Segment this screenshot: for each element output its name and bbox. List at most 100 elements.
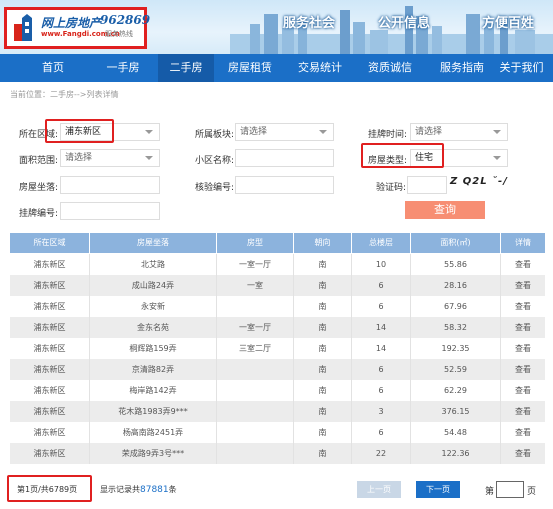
cell-layout [217, 422, 294, 443]
address-label: 房屋坐落: [19, 183, 59, 193]
cell-address: 荣成路9弄3号*** [90, 443, 217, 464]
cell-area: 376.15 [411, 401, 501, 422]
goto-prefix: 第 [485, 487, 495, 497]
cell-district: 浦东新区 [10, 359, 90, 380]
table-row: 浦东新区 荣成路9弄3号*** 南 22 122.36 查看 [10, 443, 545, 464]
cell-area: 55.86 [411, 254, 501, 275]
area-label: 面积范围: [19, 156, 59, 166]
nav-second-hand[interactable]: 二手房 [158, 54, 214, 82]
cell-district: 浦东新区 [10, 422, 90, 443]
listing-time-value: 请选择 [415, 127, 443, 137]
table-row: 浦东新区 北艾路 一室一厅南 10 55.86 查看 [10, 254, 545, 275]
col-address: 房屋坐落 [90, 233, 217, 253]
cell-detail-link[interactable]: 查看 [501, 443, 545, 464]
cell-area: 67.96 [411, 296, 501, 317]
cell-layout: 一室一厅 [217, 317, 294, 338]
address-input[interactable] [60, 176, 160, 194]
cell-district: 浦东新区 [10, 254, 90, 275]
cell-layout [217, 296, 294, 317]
cell-floors: 6 [352, 275, 411, 296]
slogan-convenience: 方便百姓 [482, 16, 535, 31]
nav-about-us[interactable]: 关于我们 [490, 54, 553, 82]
cell-detail-link[interactable]: 查看 [501, 317, 545, 338]
header-banner: 网上房地产 962869 www.Fangdi.com.cn 服务热线 服务社会… [0, 0, 553, 54]
cell-layout: 一室 [217, 275, 294, 296]
cell-district: 浦东新区 [10, 380, 90, 401]
cell-detail-link[interactable]: 查看 [501, 296, 545, 317]
area-select[interactable]: 请选择 [60, 149, 160, 167]
cell-floors: 14 [352, 338, 411, 359]
cell-district: 浦东新区 [10, 443, 90, 464]
cell-detail-link[interactable]: 查看 [501, 275, 545, 296]
cell-detail-link[interactable]: 查看 [501, 338, 545, 359]
nav-credentials[interactable]: 资质诚信 [354, 54, 426, 82]
cell-district: 浦东新区 [10, 317, 90, 338]
cell-area: 52.59 [411, 359, 501, 380]
cell-area: 62.29 [411, 380, 501, 401]
cell-district: 浦东新区 [10, 401, 90, 422]
slogan-public-info: 公开信息 [378, 16, 431, 31]
cell-floors: 14 [352, 317, 411, 338]
cell-detail-link[interactable]: 查看 [501, 401, 545, 422]
cell-floors: 6 [352, 380, 411, 401]
cell-layout [217, 359, 294, 380]
goto-page-input[interactable] [496, 481, 524, 498]
captcha-input[interactable] [407, 176, 447, 194]
cell-detail-link[interactable]: 查看 [501, 380, 545, 401]
prev-page-button[interactable]: 上一页 [357, 481, 401, 498]
block-select[interactable]: 请选择 [235, 123, 334, 141]
next-page-button[interactable]: 下一页 [416, 481, 460, 498]
col-layout: 房型 [217, 233, 294, 253]
nav-home[interactable]: 首页 [18, 54, 88, 82]
search-button[interactable]: 查询 [405, 201, 485, 219]
captcha-image[interactable]: Z Q2L ˘-/ [450, 176, 510, 192]
cell-orientation: 南 [294, 443, 352, 464]
table-row: 浦东新区 梅岸路142弄 南 6 62.29 查看 [10, 380, 545, 401]
house-type-highlight-box [361, 143, 444, 168]
cell-detail-link[interactable]: 查看 [501, 359, 545, 380]
logo-hotline-number: 962869 [100, 13, 151, 27]
cell-orientation: 南 [294, 338, 352, 359]
cell-detail-link[interactable]: 查看 [501, 422, 545, 443]
listing-no-input[interactable] [60, 202, 160, 220]
district-highlight-box [45, 119, 114, 143]
nav-rental[interactable]: 房屋租赁 [214, 54, 286, 82]
verify-no-label: 核验编号: [195, 183, 235, 193]
nav-new-house[interactable]: 一手房 [88, 54, 158, 82]
goto-suffix: 页 [527, 487, 537, 497]
cell-area: 54.48 [411, 422, 501, 443]
house-logo-icon [14, 14, 32, 41]
breadcrumb: 当前位置：二手房-->列表详情 [10, 90, 119, 99]
cell-district: 浦东新区 [10, 275, 90, 296]
cell-address: 桐辉路159弄 [90, 338, 217, 359]
verify-no-input[interactable] [235, 176, 334, 194]
cell-district: 浦东新区 [10, 338, 90, 359]
main-nav: 首页 一手房 二手房 房屋租赁 交易统计 资质诚信 服务指南 关于我们 [0, 54, 553, 82]
table-header: 所在区域 房屋坐落 房型 朝向 总楼层 面积(㎡) 详情 [10, 233, 545, 253]
logo-hotline-label: 服务热线 [105, 30, 133, 38]
cell-layout: 一室一厅 [217, 254, 294, 275]
community-label: 小区名称: [195, 156, 235, 166]
cell-orientation: 南 [294, 380, 352, 401]
cell-orientation: 南 [294, 317, 352, 338]
total-records: 显示记录共87881条 [100, 484, 177, 495]
community-input[interactable] [235, 149, 334, 167]
site-logo[interactable]: 网上房地产 962869 www.Fangdi.com.cn 服务热线 [4, 7, 151, 49]
cell-orientation: 南 [294, 422, 352, 443]
cell-address: 成山路24弄 [90, 275, 217, 296]
cell-address: 花木路1983弄9*** [90, 401, 217, 422]
captcha-label: 验证码: [376, 183, 407, 193]
cell-address: 永安新 [90, 296, 217, 317]
cell-area: 192.35 [411, 338, 501, 359]
cell-detail-link[interactable]: 查看 [501, 254, 545, 275]
table-row: 浦东新区 杨高南路2451弄 南 6 54.48 查看 [10, 422, 545, 443]
table-row: 浦东新区 花木路1983弄9*** 南 3 376.15 查看 [10, 401, 545, 422]
table-row: 浦东新区 京清路82弄 南 6 52.59 查看 [10, 359, 545, 380]
cell-orientation: 南 [294, 275, 352, 296]
block-value: 请选择 [240, 127, 268, 137]
listing-time-select[interactable]: 请选择 [410, 123, 508, 141]
nav-statistics[interactable]: 交易统计 [286, 54, 354, 82]
chevron-down-icon [145, 156, 153, 160]
nav-service-guide[interactable]: 服务指南 [426, 54, 498, 82]
cell-orientation: 南 [294, 254, 352, 275]
